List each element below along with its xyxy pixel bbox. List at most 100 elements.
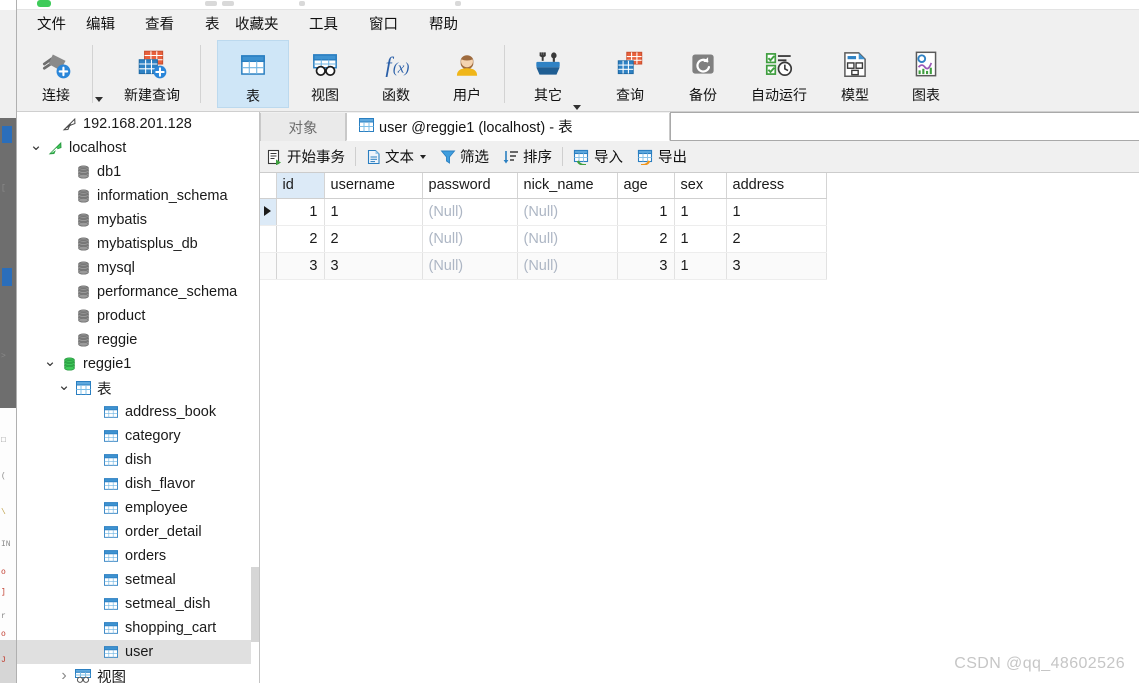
current-row-marker[interactable] [260,198,277,226]
database-icon [73,304,93,328]
menu-file[interactable]: 文件 [37,10,66,37]
col-sex[interactable]: sex [674,173,727,199]
toolbar-user[interactable]: 用户 [436,40,498,108]
cell-password[interactable]: (Null) [422,225,518,253]
tree-table-setmeal-dish[interactable]: setmeal_dish [17,592,259,616]
toolbar-chart[interactable]: 图表 [895,40,957,108]
chevron-down-icon[interactable]: ⌄ [27,136,45,160]
cell-address[interactable]: 1 [726,198,827,226]
toolbar-function[interactable]: f (x) 函数 [365,40,427,108]
tree-table-order-detail[interactable]: order_detail [17,520,259,544]
chevron-down-icon[interactable] [95,97,103,102]
cell-address[interactable]: 2 [726,225,827,253]
tree-db-performance-schema[interactable]: performance_schema [17,280,259,304]
chevron-right-icon[interactable]: › [55,664,73,683]
cell-sex[interactable]: 1 [674,198,727,226]
toolbar-connection[interactable]: 连接 [25,40,87,108]
data-grid[interactable]: id username password nick_name age sex address… [260,173,1139,683]
tree-db-reggie1[interactable]: ⌄ reggie1 [17,352,259,376]
action-import[interactable]: 导入 [566,146,630,167]
sidebar-scrollbar-thumb[interactable] [251,567,259,642]
tree-table-address-book[interactable]: address_book [17,400,259,424]
cell-address[interactable]: 3 [726,252,827,280]
col-age[interactable]: age [617,173,675,199]
tree-db-mybatis[interactable]: mybatis [17,208,259,232]
row-marker[interactable] [260,252,277,280]
menu-favorites[interactable]: 收藏夹 [235,10,279,37]
sidebar-tree[interactable]: 192.168.201.128 ⌄ localhost db1 informat… [17,112,260,683]
cell-sex[interactable]: 1 [674,225,727,253]
toolbar-automation[interactable]: 自动运行 [735,40,823,108]
cell-nick-name[interactable]: (Null) [517,252,618,280]
cell-id[interactable]: 1 [276,198,325,226]
tab-objects[interactable]: 对象 [260,113,346,141]
chevron-down-icon[interactable]: ⌄ [41,352,59,376]
toolbar-model[interactable]: 模型 [824,40,886,108]
tree-folder-views[interactable]: › 视图 [17,664,259,683]
cell-password[interactable]: (Null) [422,198,518,226]
cell-nick-name[interactable]: (Null) [517,198,618,226]
col-id[interactable]: id [276,173,325,199]
tree-db-reggie[interactable]: reggie [17,328,259,352]
chevron-down-icon[interactable] [573,105,581,110]
tree-db-product[interactable]: product [17,304,259,328]
cell-age[interactable]: 2 [617,225,675,253]
cell-password[interactable]: (Null) [422,252,518,280]
tree-db-information-schema[interactable]: information_schema [17,184,259,208]
tab-user-table[interactable]: user @reggie1 (localhost) - 表 [346,113,670,141]
cell-age[interactable]: 3 [617,252,675,280]
menu-view[interactable]: 查看 [145,10,174,37]
tree-table-category[interactable]: category [17,424,259,448]
toolbar-others[interactable]: 其它 [517,40,579,108]
menu-table[interactable]: 表 [205,10,220,37]
menu-help[interactable]: 帮助 [429,10,458,37]
action-export[interactable]: 导出 [630,146,694,167]
cell-username[interactable]: 3 [324,252,423,280]
sidebar-scrollbar[interactable] [251,112,259,683]
tree-db-mysql[interactable]: mysql [17,256,259,280]
action-filter[interactable]: 筛选 [433,146,496,167]
cell-nick-name[interactable]: (Null) [517,225,618,253]
cell-username[interactable]: 2 [324,225,423,253]
chevron-down-icon[interactable]: ⌄ [55,376,73,400]
toolbar-new-query[interactable]: 新建查询 [107,40,197,108]
tree-db-mybatisplus-db[interactable]: mybatisplus_db [17,232,259,256]
row-marker[interactable] [260,225,277,253]
tree-table-setmeal[interactable]: setmeal [17,568,259,592]
chevron-down-icon[interactable] [420,154,426,159]
tree-table-shopping-cart[interactable]: shopping_cart [17,616,259,640]
col-password[interactable]: password [422,173,518,199]
cell-sex[interactable]: 1 [674,252,727,280]
menu-edit[interactable]: 编辑 [86,10,115,37]
toolbar-view[interactable]: 视图 [294,40,356,108]
tree-table-dish-flavor[interactable]: dish_flavor [17,472,259,496]
tree-table-employee[interactable]: employee [17,496,259,520]
action-text[interactable]: 文本 [359,146,433,167]
tree-item-label: dish [125,452,152,468]
action-begin-transaction[interactable]: 开始事务 [260,146,352,167]
tree-table-user[interactable]: user [17,640,259,664]
menu-window[interactable]: 窗口 [369,10,398,37]
menu-tools[interactable]: 工具 [309,10,338,37]
tree-folder-tables[interactable]: ⌄ 表 [17,376,259,400]
cell-age[interactable]: 1 [617,198,675,226]
toolbar-query[interactable]: 查询 [599,40,661,108]
action-sort[interactable]: 排序 [496,146,559,167]
tree-db-db1[interactable]: db1 [17,160,259,184]
table-row[interactable]: 3 3 (Null) (Null) 3 1 3 [260,252,827,280]
table-row[interactable]: 1 1 (Null) (Null) 1 1 1 [260,198,827,226]
col-username[interactable]: username [324,173,423,199]
toolbar-backup[interactable]: 备份 [672,40,734,108]
tree-connection-192-168-201-128[interactable]: 192.168.201.128 [17,112,259,136]
col-nick-name[interactable]: nick_name [517,173,618,199]
col-address[interactable]: address [726,173,827,199]
cell-id[interactable]: 3 [276,252,325,280]
table-row[interactable]: 2 2 (Null) (Null) 2 1 2 [260,225,827,253]
toolbar-table[interactable]: 表 [217,40,289,108]
tree-table-dish[interactable]: dish [17,448,259,472]
tree-table-orders[interactable]: orders [17,544,259,568]
tree-connection-localhost[interactable]: ⌄ localhost [17,136,259,160]
cell-username[interactable]: 1 [324,198,423,226]
tab-search-input[interactable] [670,112,1139,141]
cell-id[interactable]: 2 [276,225,325,253]
